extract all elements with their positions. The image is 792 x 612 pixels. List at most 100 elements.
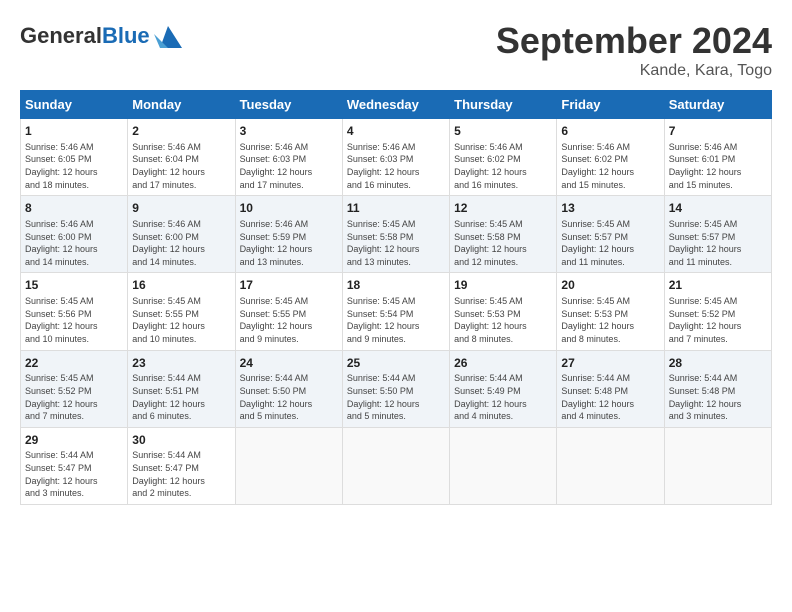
day-info: Sunrise: 5:45 AM Sunset: 5:57 PM Dayligh… [669,218,767,268]
table-row [342,427,449,504]
table-row: 9Sunrise: 5:46 AM Sunset: 6:00 PM Daylig… [128,196,235,273]
logo-icon [152,20,184,52]
calendar-week-row: 1Sunrise: 5:46 AM Sunset: 6:05 PM Daylig… [21,119,772,196]
day-info: Sunrise: 5:45 AM Sunset: 5:53 PM Dayligh… [454,295,552,345]
day-number: 9 [132,200,230,217]
day-info: Sunrise: 5:44 AM Sunset: 5:47 PM Dayligh… [132,449,230,499]
calendar-header-row: Sunday Monday Tuesday Wednesday Thursday… [21,91,772,119]
day-number: 13 [561,200,659,217]
day-number: 11 [347,200,445,217]
day-number: 29 [25,432,123,449]
table-row: 2Sunrise: 5:46 AM Sunset: 6:04 PM Daylig… [128,119,235,196]
day-number: 27 [561,355,659,372]
day-info: Sunrise: 5:46 AM Sunset: 6:00 PM Dayligh… [132,218,230,268]
table-row [450,427,557,504]
calendar-week-row: 22Sunrise: 5:45 AM Sunset: 5:52 PM Dayli… [21,350,772,427]
col-sunday: Sunday [21,91,128,119]
day-info: Sunrise: 5:46 AM Sunset: 6:01 PM Dayligh… [669,141,767,191]
day-number: 6 [561,123,659,140]
day-number: 15 [25,277,123,294]
day-number: 19 [454,277,552,294]
day-info: Sunrise: 5:44 AM Sunset: 5:49 PM Dayligh… [454,372,552,422]
location-subtitle: Kande, Kara, Togo [496,62,772,80]
table-row: 15Sunrise: 5:45 AM Sunset: 5:56 PM Dayli… [21,273,128,350]
calendar-week-row: 15Sunrise: 5:45 AM Sunset: 5:56 PM Dayli… [21,273,772,350]
col-thursday: Thursday [450,91,557,119]
table-row: 14Sunrise: 5:45 AM Sunset: 5:57 PM Dayli… [664,196,771,273]
table-row: 12Sunrise: 5:45 AM Sunset: 5:58 PM Dayli… [450,196,557,273]
day-number: 7 [669,123,767,140]
title-block: September 2024 Kande, Kara, Togo [496,20,772,80]
table-row: 1Sunrise: 5:46 AM Sunset: 6:05 PM Daylig… [21,119,128,196]
table-row: 24Sunrise: 5:44 AM Sunset: 5:50 PM Dayli… [235,350,342,427]
day-info: Sunrise: 5:45 AM Sunset: 5:55 PM Dayligh… [132,295,230,345]
day-info: Sunrise: 5:45 AM Sunset: 5:55 PM Dayligh… [240,295,338,345]
table-row [664,427,771,504]
col-tuesday: Tuesday [235,91,342,119]
day-number: 8 [25,200,123,217]
day-number: 2 [132,123,230,140]
day-number: 23 [132,355,230,372]
page-header: GeneralBlue September 2024 Kande, Kara, … [20,20,772,80]
day-info: Sunrise: 5:46 AM Sunset: 6:05 PM Dayligh… [25,141,123,191]
day-number: 3 [240,123,338,140]
day-number: 18 [347,277,445,294]
table-row: 29Sunrise: 5:44 AM Sunset: 5:47 PM Dayli… [21,427,128,504]
table-row: 28Sunrise: 5:44 AM Sunset: 5:48 PM Dayli… [664,350,771,427]
table-row: 17Sunrise: 5:45 AM Sunset: 5:55 PM Dayli… [235,273,342,350]
day-number: 24 [240,355,338,372]
table-row: 5Sunrise: 5:46 AM Sunset: 6:02 PM Daylig… [450,119,557,196]
col-friday: Friday [557,91,664,119]
table-row: 30Sunrise: 5:44 AM Sunset: 5:47 PM Dayli… [128,427,235,504]
col-saturday: Saturday [664,91,771,119]
col-wednesday: Wednesday [342,91,449,119]
day-number: 17 [240,277,338,294]
col-monday: Monday [128,91,235,119]
day-number: 12 [454,200,552,217]
day-info: Sunrise: 5:46 AM Sunset: 6:03 PM Dayligh… [240,141,338,191]
day-number: 10 [240,200,338,217]
day-number: 14 [669,200,767,217]
day-number: 4 [347,123,445,140]
table-row: 6Sunrise: 5:46 AM Sunset: 6:02 PM Daylig… [557,119,664,196]
table-row [235,427,342,504]
table-row: 23Sunrise: 5:44 AM Sunset: 5:51 PM Dayli… [128,350,235,427]
table-row: 26Sunrise: 5:44 AM Sunset: 5:49 PM Dayli… [450,350,557,427]
day-number: 21 [669,277,767,294]
day-info: Sunrise: 5:44 AM Sunset: 5:47 PM Dayligh… [25,449,123,499]
table-row: 13Sunrise: 5:45 AM Sunset: 5:57 PM Dayli… [557,196,664,273]
day-number: 25 [347,355,445,372]
table-row: 10Sunrise: 5:46 AM Sunset: 5:59 PM Dayli… [235,196,342,273]
day-number: 5 [454,123,552,140]
table-row: 25Sunrise: 5:44 AM Sunset: 5:50 PM Dayli… [342,350,449,427]
table-row [557,427,664,504]
table-row: 27Sunrise: 5:44 AM Sunset: 5:48 PM Dayli… [557,350,664,427]
day-info: Sunrise: 5:46 AM Sunset: 6:02 PM Dayligh… [454,141,552,191]
table-row: 11Sunrise: 5:45 AM Sunset: 5:58 PM Dayli… [342,196,449,273]
day-info: Sunrise: 5:44 AM Sunset: 5:50 PM Dayligh… [240,372,338,422]
table-row: 16Sunrise: 5:45 AM Sunset: 5:55 PM Dayli… [128,273,235,350]
table-row: 8Sunrise: 5:46 AM Sunset: 6:00 PM Daylig… [21,196,128,273]
table-row: 3Sunrise: 5:46 AM Sunset: 6:03 PM Daylig… [235,119,342,196]
table-row: 18Sunrise: 5:45 AM Sunset: 5:54 PM Dayli… [342,273,449,350]
day-info: Sunrise: 5:46 AM Sunset: 6:04 PM Dayligh… [132,141,230,191]
day-info: Sunrise: 5:44 AM Sunset: 5:51 PM Dayligh… [132,372,230,422]
day-number: 30 [132,432,230,449]
table-row: 22Sunrise: 5:45 AM Sunset: 5:52 PM Dayli… [21,350,128,427]
day-info: Sunrise: 5:45 AM Sunset: 5:52 PM Dayligh… [669,295,767,345]
calendar-table: Sunday Monday Tuesday Wednesday Thursday… [20,90,772,505]
day-info: Sunrise: 5:45 AM Sunset: 5:58 PM Dayligh… [347,218,445,268]
logo: GeneralBlue [20,20,184,52]
day-info: Sunrise: 5:46 AM Sunset: 5:59 PM Dayligh… [240,218,338,268]
table-row: 4Sunrise: 5:46 AM Sunset: 6:03 PM Daylig… [342,119,449,196]
calendar-week-row: 29Sunrise: 5:44 AM Sunset: 5:47 PM Dayli… [21,427,772,504]
month-title: September 2024 [496,20,772,62]
day-info: Sunrise: 5:45 AM Sunset: 5:54 PM Dayligh… [347,295,445,345]
table-row: 7Sunrise: 5:46 AM Sunset: 6:01 PM Daylig… [664,119,771,196]
day-info: Sunrise: 5:46 AM Sunset: 6:00 PM Dayligh… [25,218,123,268]
day-info: Sunrise: 5:44 AM Sunset: 5:48 PM Dayligh… [561,372,659,422]
day-number: 20 [561,277,659,294]
day-number: 28 [669,355,767,372]
day-number: 1 [25,123,123,140]
logo-general: General [20,23,102,48]
